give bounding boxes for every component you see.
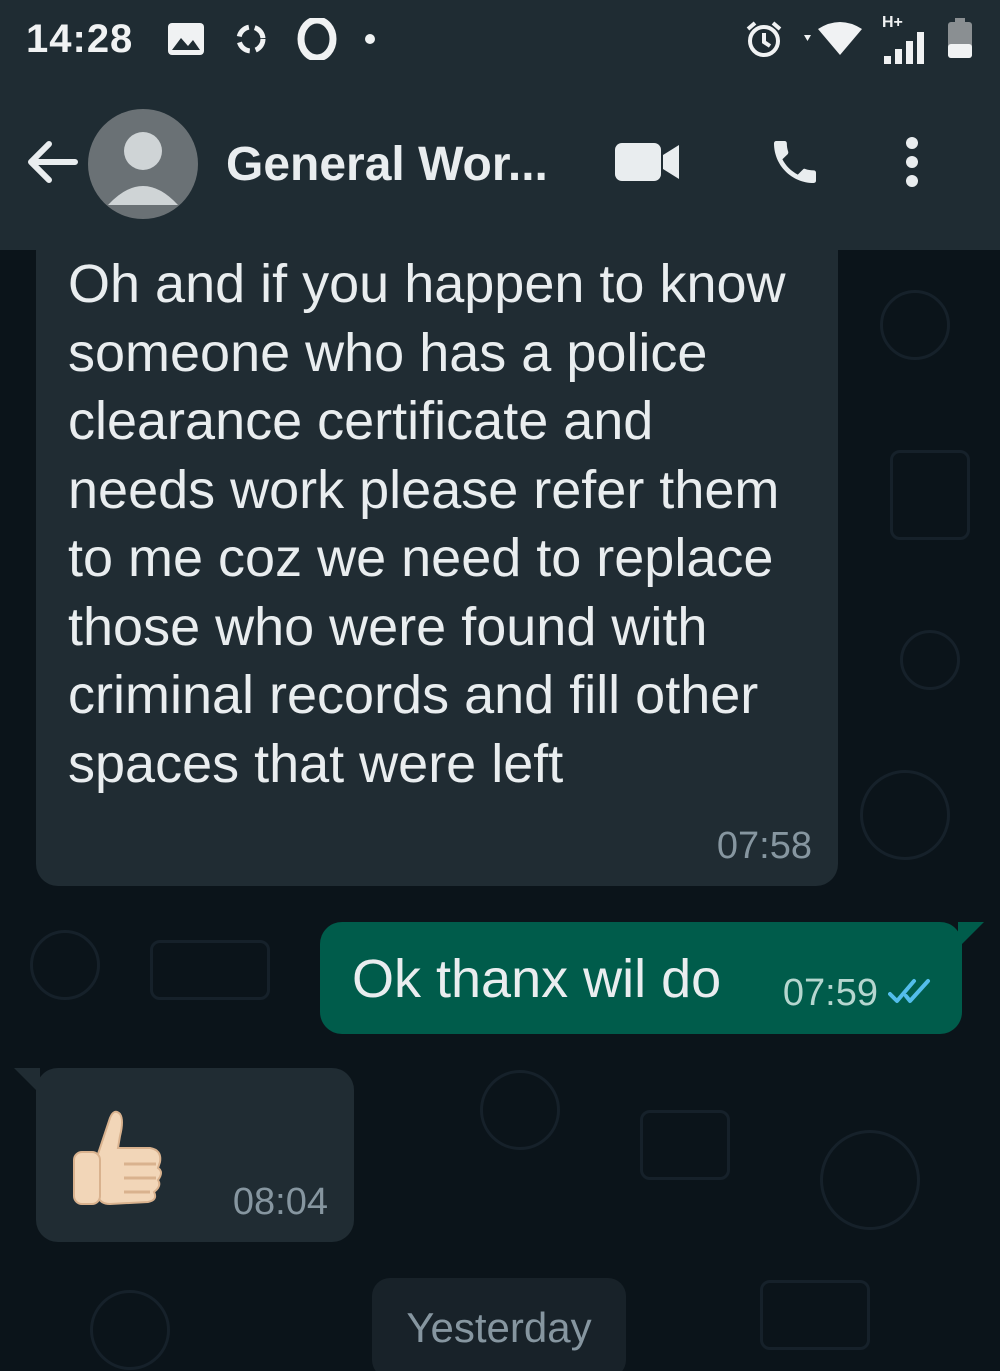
image-icon [167, 22, 205, 56]
video-call-button[interactable] [612, 124, 682, 204]
message-text: Oh and if you happen to know someone who… [68, 254, 786, 794]
battery-icon [946, 18, 974, 60]
status-bar: 14:28 H+ [0, 0, 1000, 78]
chat-title[interactable]: General Wor... [226, 137, 586, 192]
voice-call-button[interactable] [760, 124, 830, 204]
message-text: Ok thanx wil do [352, 949, 722, 1009]
wallpaper-doodle [150, 940, 270, 1000]
date-separator: Yesterday [372, 1278, 626, 1371]
outgoing-message-bubble[interactable]: Ok thanx wil do 07:59 [320, 922, 984, 1034]
dot-icon [363, 32, 377, 46]
signal-icon: H+ [882, 14, 930, 64]
chat-header: General Wor... [0, 78, 1000, 250]
phone-icon [767, 134, 823, 195]
wallpaper-doodle [90, 1290, 170, 1370]
back-arrow-icon [25, 139, 79, 190]
incoming-message-bubble[interactable]: Oh and if you happen to know someone who… [36, 250, 838, 886]
opera-icon [297, 18, 337, 60]
avatar[interactable] [88, 109, 198, 219]
wallpaper-doodle [900, 630, 960, 690]
video-call-icon [615, 141, 679, 188]
sync-icon [231, 21, 271, 57]
wallpaper-doodle [860, 770, 950, 860]
wallpaper-doodle [640, 1110, 730, 1180]
wallpaper-doodle [760, 1280, 870, 1350]
read-ticks-icon [888, 976, 934, 1011]
thumbs-up-icon [70, 1108, 166, 1213]
back-button[interactable] [22, 134, 82, 194]
wallpaper-doodle [820, 1130, 920, 1230]
wallpaper-doodle [890, 450, 970, 540]
chat-area[interactable]: Oh and if you happen to know someone who… [0, 250, 1000, 1371]
message-time: 07:58 [716, 825, 812, 867]
person-icon [108, 132, 178, 205]
wifi-icon [800, 21, 866, 57]
wallpaper-doodle [880, 290, 950, 360]
more-options-button[interactable] [892, 124, 932, 204]
network-label: H+ [882, 14, 903, 31]
alarm-icon [744, 19, 784, 59]
message-time: 07:59 [782, 972, 878, 1014]
wallpaper-doodle [480, 1070, 560, 1150]
more-options-icon [904, 136, 920, 193]
wallpaper-doodle [30, 930, 100, 1000]
incoming-emoji-bubble[interactable]: 08:04 [14, 1068, 354, 1242]
message-time: 08:04 [232, 1181, 328, 1223]
status-time: 14:28 [26, 16, 134, 61]
